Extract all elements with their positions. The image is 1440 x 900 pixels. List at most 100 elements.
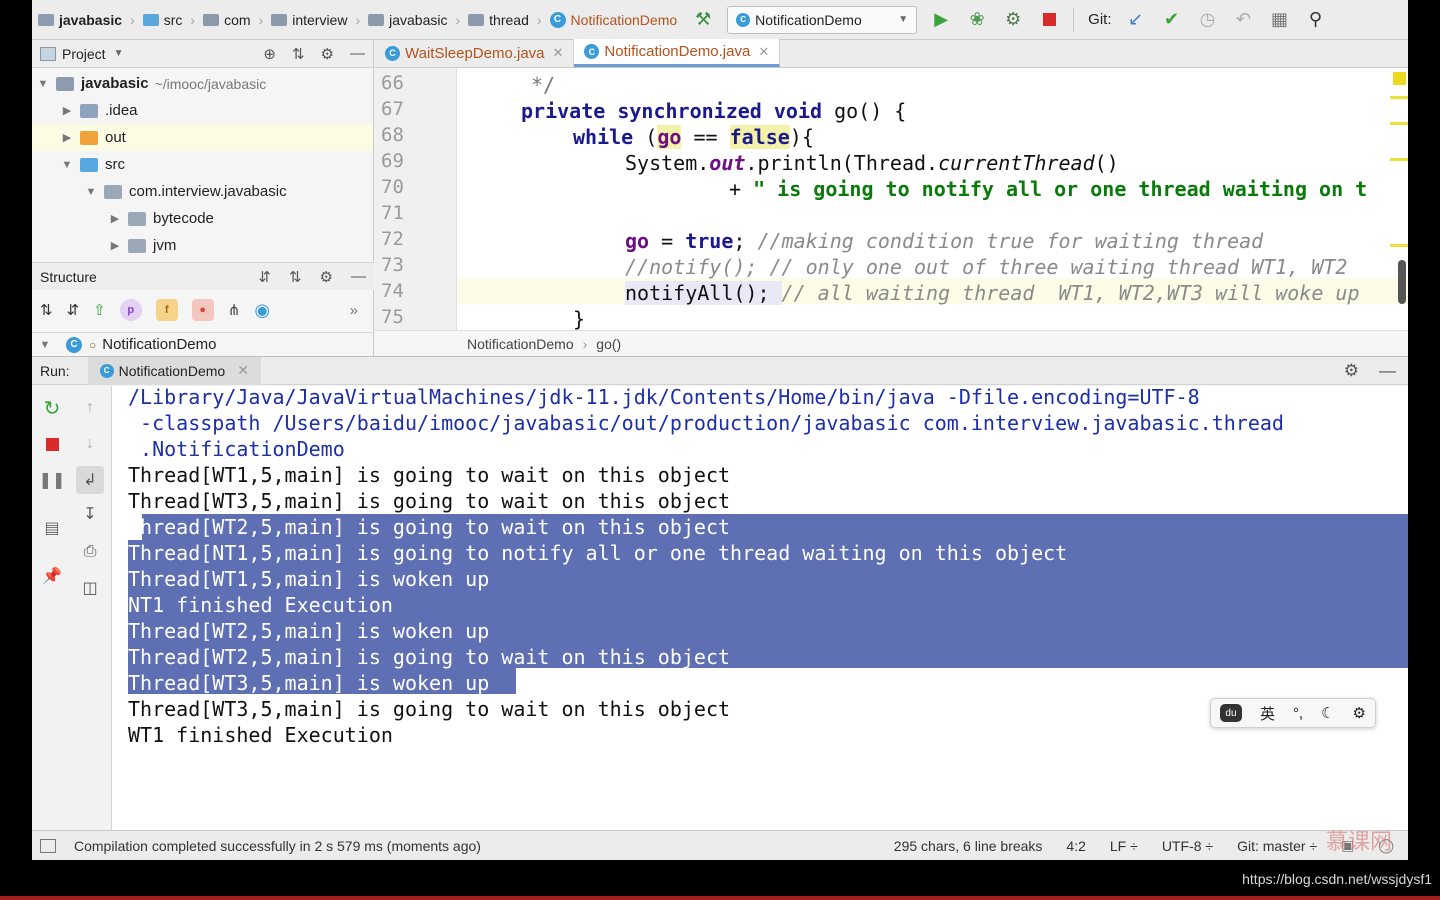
soft-wrap-icon[interactable]: ↲ (76, 466, 104, 494)
collapsed-arrow-icon[interactable]: ▶ (60, 131, 74, 144)
hide-icon[interactable]: — (1379, 361, 1396, 381)
run-icon[interactable]: ▶ (923, 0, 959, 40)
hide-icon[interactable]: — (351, 268, 366, 286)
gear-icon[interactable]: ⚙ (1353, 704, 1366, 722)
hide-icon[interactable]: — (350, 45, 365, 63)
build-hammer-icon[interactable]: ⚒ (689, 0, 717, 40)
scroll-to-end-icon[interactable]: ↧ (76, 500, 104, 528)
git-branch-select[interactable]: Git: master ÷ (1237, 838, 1317, 854)
layout-icon[interactable]: ▤ (38, 514, 66, 542)
history-icon[interactable]: ◷ (1190, 0, 1226, 40)
tool-windows-icon[interactable] (40, 838, 56, 853)
ime-language-toggle[interactable]: 英 (1260, 703, 1275, 724)
breadcrumb-com[interactable]: com › (199, 0, 267, 40)
moon-icon[interactable]: ☾ (1321, 704, 1334, 722)
tree-item-bytecode[interactable]: ▶ bytecode (32, 205, 373, 232)
properties-chip[interactable]: p (119, 299, 142, 321)
error-stripe[interactable] (1390, 68, 1408, 330)
anonymous-icon[interactable]: ◉ (254, 300, 270, 321)
breadcrumb-item[interactable]: go() (596, 336, 621, 352)
ime-punctuation-toggle[interactable]: °, (1293, 705, 1303, 722)
inherited-icon[interactable]: ⇧ (93, 301, 106, 319)
tree-item-src[interactable]: ▼ src (32, 151, 373, 178)
breadcrumb-javabasic-pkg[interactable]: javabasic › (364, 0, 464, 40)
collapsed-arrow-icon[interactable]: ▶ (108, 239, 122, 252)
close-icon[interactable]: ✕ (758, 44, 769, 60)
breadcrumb-class[interactable]: C NotificationDemo (546, 0, 682, 40)
tree-item-idea[interactable]: ▶ .idea (32, 97, 373, 124)
rerun-icon[interactable]: ↻ (38, 394, 66, 422)
project-structure-icon[interactable]: ▦ (1262, 0, 1298, 40)
more-icon[interactable]: » (350, 302, 366, 319)
breadcrumb-javabasic[interactable]: javabasic › (32, 0, 139, 40)
expand-all-icon[interactable]: ⇵ (258, 268, 271, 286)
tree-item-jvm[interactable]: ▶ jvm (32, 232, 373, 259)
stop-icon[interactable] (38, 430, 66, 458)
ime-logo-icon[interactable]: du (1219, 704, 1242, 722)
non-public-lock-icon[interactable]: ● (191, 299, 214, 321)
tree-item-javabasic[interactable]: ▼ javabasic ~/imooc/javabasic (32, 70, 373, 97)
expand-arrow-icon[interactable]: ▼ (38, 339, 52, 351)
collapsed-arrow-icon[interactable]: ▶ (60, 104, 74, 117)
expand-arrow-icon[interactable]: ▼ (60, 159, 74, 171)
trash-icon[interactable]: ◫ (76, 574, 104, 602)
code-text: ){ (789, 125, 814, 149)
print-icon[interactable]: ⎙ (76, 538, 104, 566)
gear-icon[interactable]: ⚙ (320, 268, 333, 286)
gear-icon[interactable]: ⚙ (321, 45, 334, 63)
expand-arrow-icon[interactable]: ▼ (36, 78, 50, 90)
stripe-mark[interactable] (1390, 122, 1408, 125)
run-tab[interactable]: C NotificationDemo ✕ (87, 356, 261, 385)
sort-alpha-icon[interactable]: ⇅ (40, 301, 53, 319)
run-configuration-select[interactable]: C NotificationDemo ▼ (727, 5, 918, 34)
sort-visibility-icon[interactable]: ⇵ (67, 301, 80, 319)
project-pane-title[interactable]: Project (62, 46, 106, 62)
fields-chip[interactable]: f (155, 299, 178, 321)
down-arrow-icon[interactable]: ↓ (76, 430, 104, 458)
console-output[interactable]: /Library/Java/JavaVirtualMachines/jdk-11… (112, 386, 1408, 830)
breadcrumb-interview[interactable]: interview › (267, 0, 364, 40)
revert-icon[interactable]: ↶ (1226, 0, 1262, 40)
tree-item-out[interactable]: ▶ out (32, 124, 373, 151)
close-icon[interactable]: ✕ (237, 362, 249, 379)
git-update-icon[interactable]: ↙ (1118, 0, 1154, 40)
locate-icon[interactable]: ⊕ (263, 45, 276, 63)
status-message: Compilation completed successfully in 2 … (74, 837, 481, 854)
debug-icon[interactable]: ❀ (959, 0, 995, 40)
stop-icon[interactable] (1031, 0, 1067, 40)
pause-icon[interactable]: ❚❚ (38, 466, 66, 494)
collapsed-arrow-icon[interactable]: ▶ (108, 212, 122, 225)
chevron-down-icon[interactable]: ▼ (114, 48, 124, 59)
collapse-all-icon[interactable]: ⇅ (289, 268, 302, 286)
caret-position[interactable]: 4:2 (1066, 838, 1085, 854)
stripe-mark[interactable] (1390, 244, 1408, 247)
code-text: go() { (822, 99, 907, 123)
stripe-mark[interactable] (1390, 96, 1408, 99)
git-commit-icon[interactable]: ✔ (1154, 0, 1190, 40)
gear-icon[interactable]: ⚙ (1344, 361, 1359, 381)
coverage-icon[interactable]: ⚙ (995, 0, 1031, 40)
stripe-mark[interactable] (1390, 158, 1408, 161)
expand-arrow-icon[interactable]: ▼ (84, 186, 98, 198)
run-label: Run: (40, 362, 70, 379)
tree-item-package[interactable]: ▼ com.interview.javabasic (32, 178, 373, 205)
breadcrumb-thread[interactable]: thread › (464, 0, 545, 40)
lambda-icon[interactable]: ⋔ (228, 301, 241, 319)
warning-indicator-icon[interactable] (1393, 72, 1406, 85)
collapse-all-icon[interactable]: ⇅ (292, 45, 305, 63)
breadcrumb-src[interactable]: src › (139, 0, 199, 40)
breadcrumb-item[interactable]: NotificationDemo (467, 336, 574, 352)
search-icon[interactable]: ⚲ (1298, 0, 1334, 40)
up-arrow-icon[interactable]: ↑ (76, 394, 104, 422)
close-icon[interactable]: ✕ (553, 45, 564, 61)
code-static-field: out (709, 151, 746, 175)
tab-notificationdemo[interactable]: C NotificationDemo.java ✕ (574, 39, 781, 67)
encoding-select[interactable]: UTF-8 ÷ (1162, 838, 1213, 854)
scrollbar-thumb[interactable] (1398, 260, 1406, 304)
structure-item[interactable]: ▼ C ○ NotificationDemo (32, 332, 374, 356)
line-separator-select[interactable]: LF ÷ (1110, 838, 1138, 854)
code-field: go (657, 125, 682, 149)
pin-icon[interactable]: 📌 (38, 562, 66, 590)
code-editor[interactable]: 66 67 68 69 70 71 72 73 74 75 */ private… (375, 68, 1408, 330)
tab-waitsleepdemo[interactable]: C WaitSleepDemo.java ✕ (375, 39, 575, 67)
